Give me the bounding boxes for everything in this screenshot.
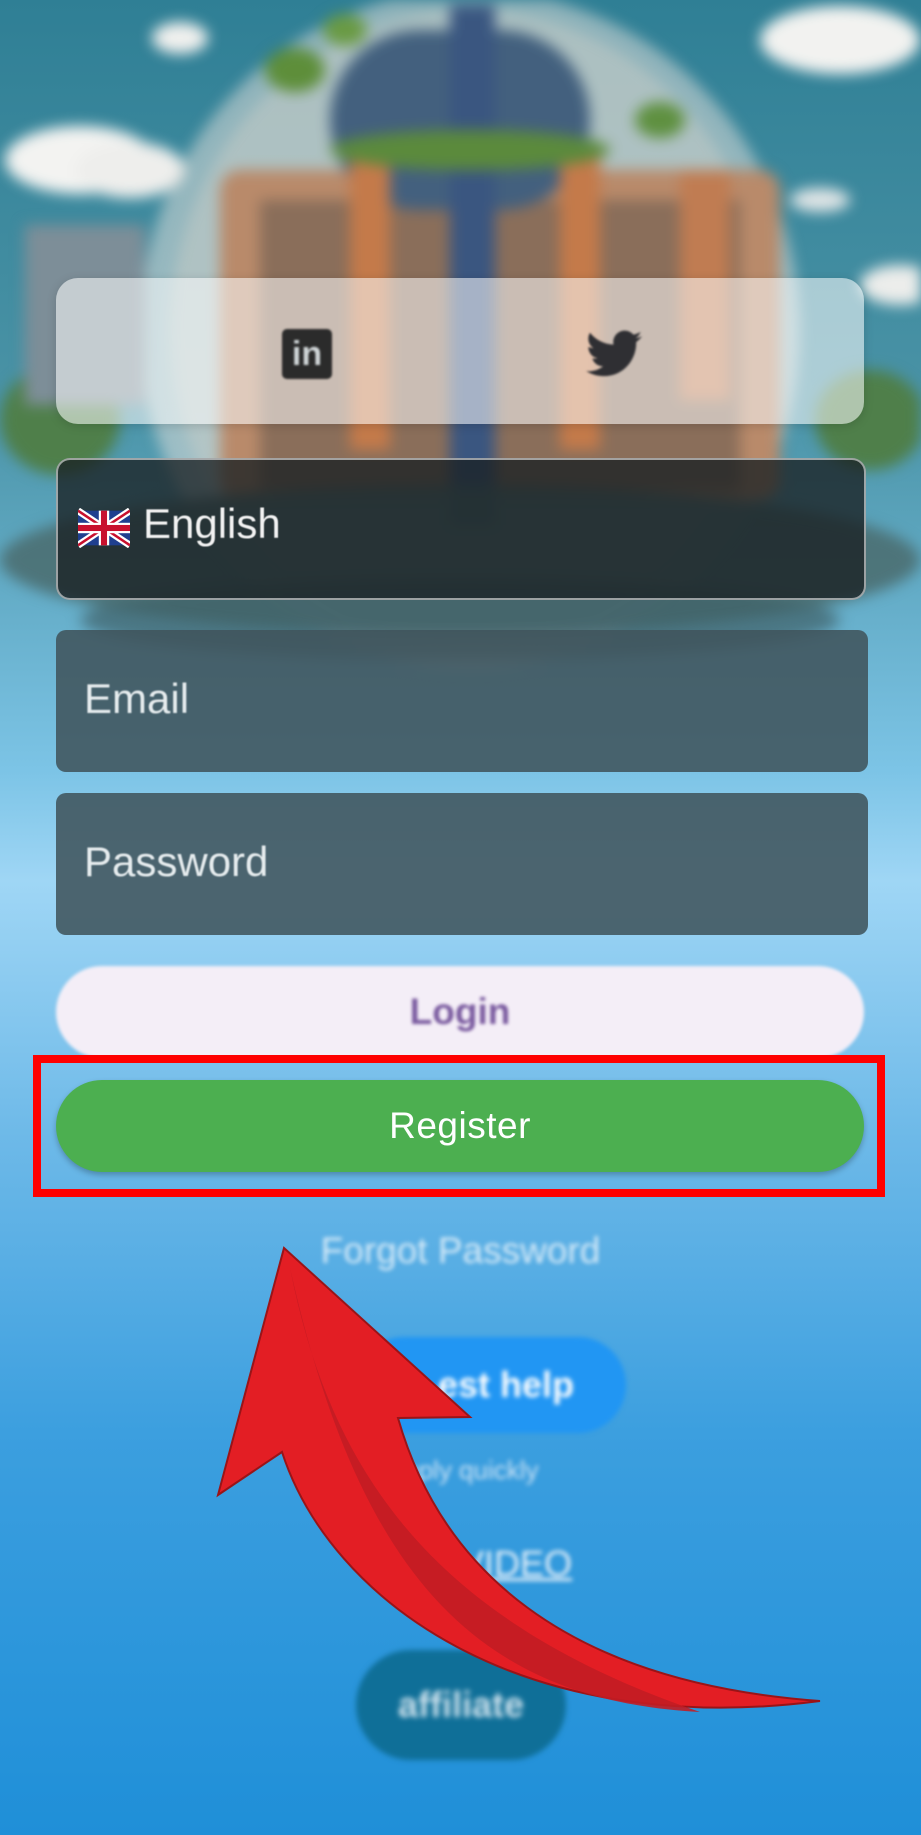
linkedin-icon[interactable]: in bbox=[282, 329, 332, 379]
social-login-card bbox=[56, 278, 864, 424]
request-help-button[interactable]: est help bbox=[356, 1337, 626, 1433]
video-link[interactable]: VIDEO bbox=[460, 1543, 572, 1585]
forgot-password-link[interactable]: Forgot Password bbox=[0, 1230, 921, 1272]
affiliate-button[interactable]: affiliate bbox=[356, 1650, 566, 1760]
email-field[interactable] bbox=[56, 630, 868, 772]
reply-note: l reply quickly bbox=[382, 1455, 539, 1485]
password-field[interactable] bbox=[56, 793, 868, 935]
login-button[interactable]: Login bbox=[56, 966, 864, 1058]
register-button[interactable]: Register bbox=[56, 1080, 864, 1172]
twitter-icon[interactable] bbox=[586, 330, 642, 378]
uk-flag-icon bbox=[78, 508, 130, 548]
language-label: English bbox=[143, 500, 281, 547]
